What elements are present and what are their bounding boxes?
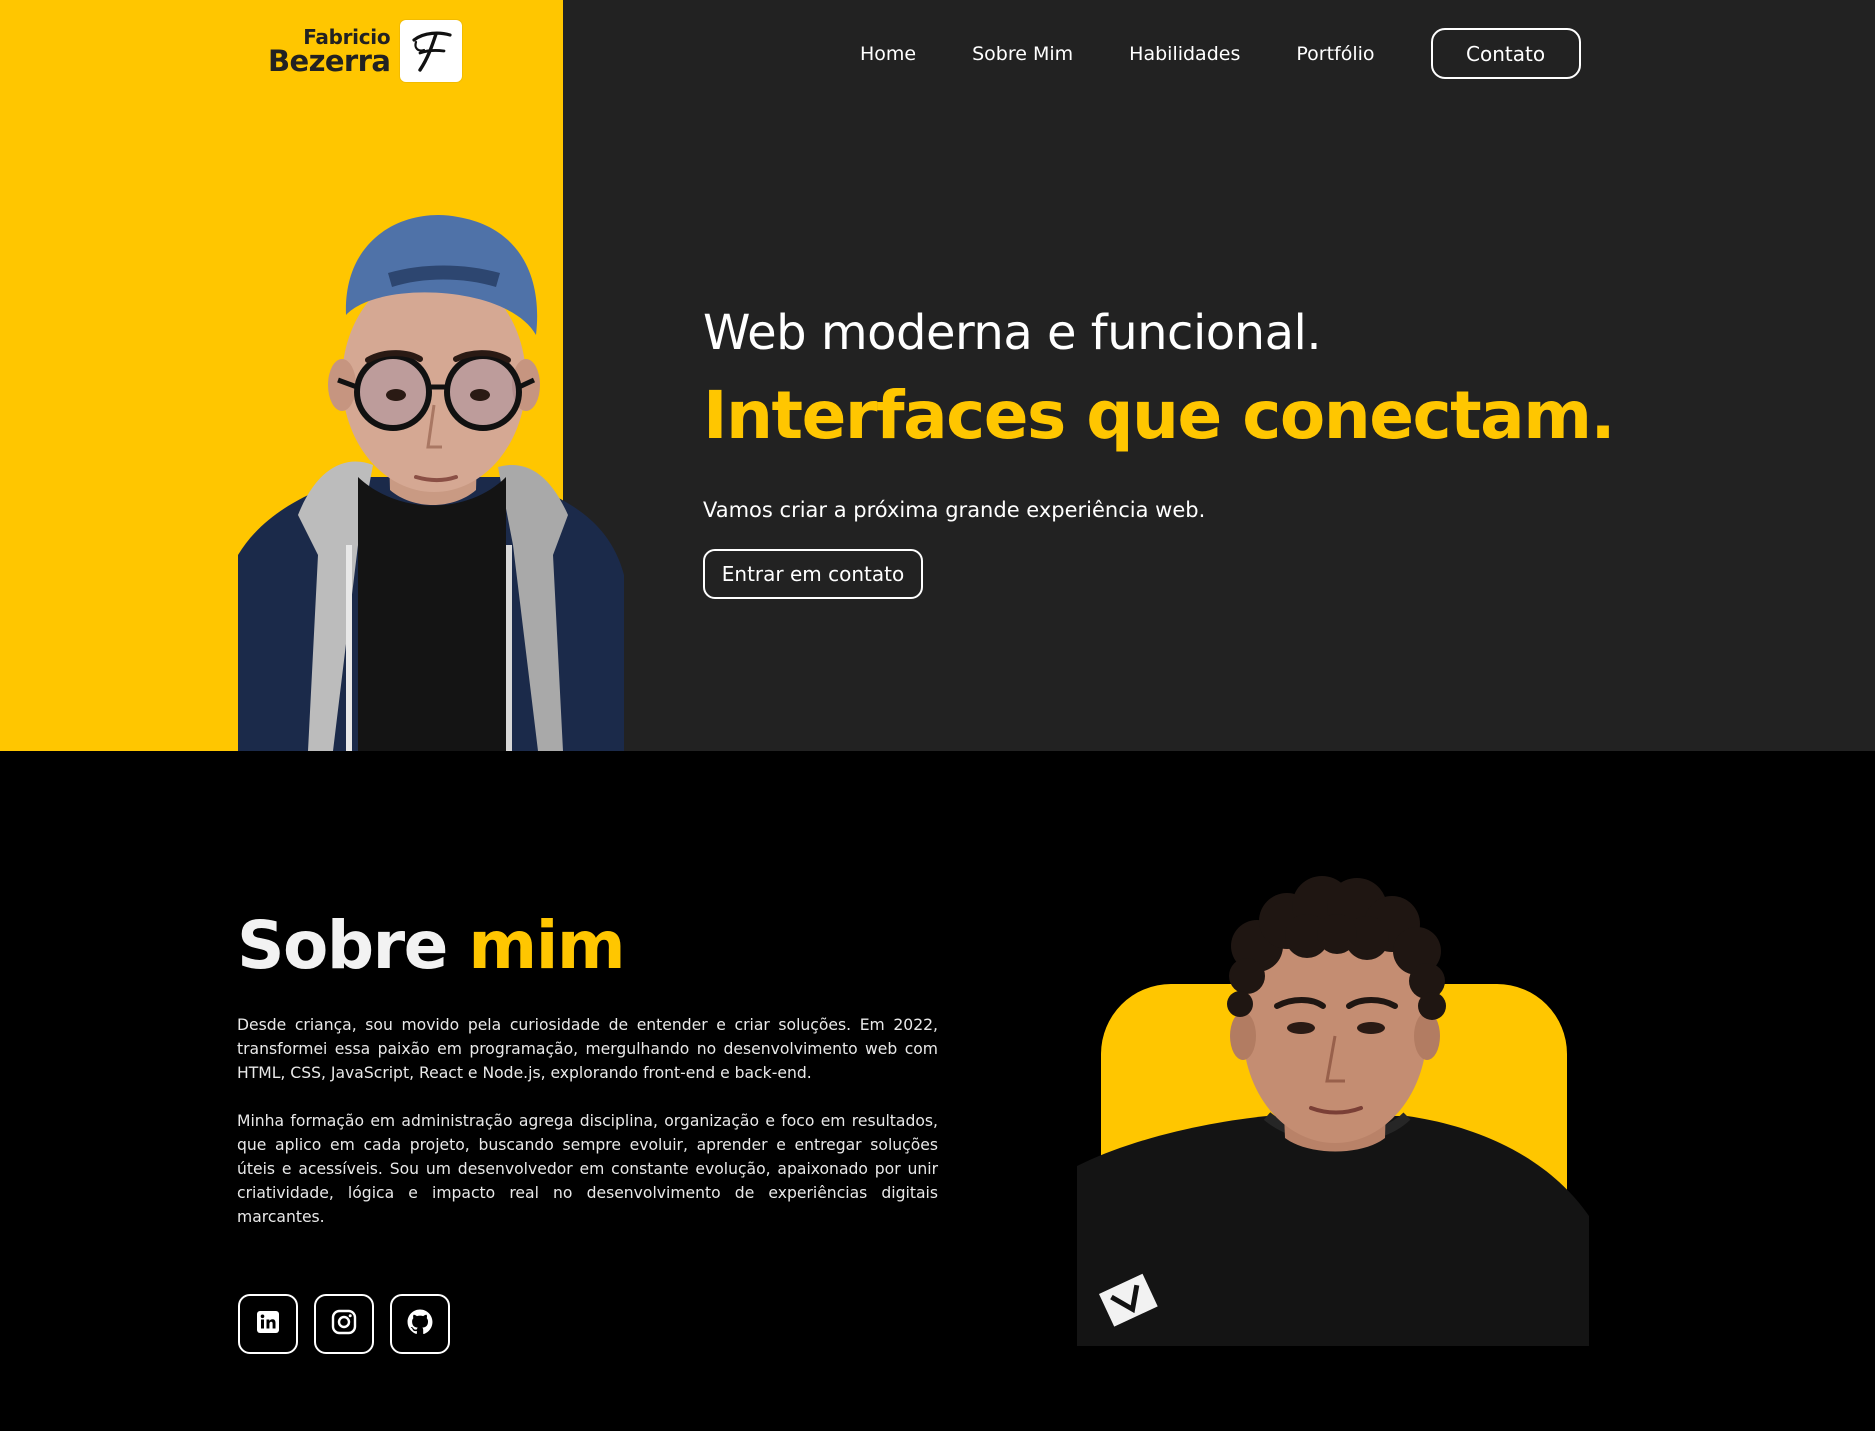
nav-skills[interactable]: Habilidades <box>1129 29 1240 79</box>
hero-section: Fabricio Bezerra Home Sobre Mim Habilida… <box>0 0 1875 751</box>
social-links <box>238 1294 466 1354</box>
brand-logo[interactable]: Fabricio Bezerra <box>268 20 463 82</box>
instagram-button[interactable] <box>314 1294 374 1354</box>
hero-title: Interfaces que conectam. <box>703 377 1616 454</box>
nav-home[interactable]: Home <box>860 29 916 79</box>
about-portrait <box>1077 876 1589 1346</box>
about-title-part1: Sobre <box>237 907 448 984</box>
hero-portrait-photo <box>238 215 624 751</box>
about-section: Sobre mim Desde criança, sou movido pela… <box>0 751 1875 1431</box>
instagram-icon <box>331 1309 357 1339</box>
hero-description: Vamos criar a próxima grande experiência… <box>703 498 1206 522</box>
about-text: Desde criança, sou movido pela curiosida… <box>237 1013 938 1229</box>
contact-cta-button[interactable]: Entrar em contato <box>703 549 923 599</box>
hero-text-block: Web moderna e funcional. Interfaces que … <box>703 300 1803 599</box>
hero-subtitle: Web moderna e funcional. <box>703 305 1322 361</box>
nav-about[interactable]: Sobre Mim <box>972 29 1073 79</box>
nav-contact-button[interactable]: Contato <box>1430 28 1581 79</box>
brand-last-name: Bezerra <box>268 43 391 78</box>
linkedin-button[interactable] <box>238 1294 298 1354</box>
about-paragraph: Desde criança, sou movido pela curiosida… <box>237 1016 938 1082</box>
nav-portfolio[interactable]: Portfólio <box>1296 29 1374 79</box>
github-icon <box>407 1309 433 1339</box>
main-nav: Home Sobre Mim Habilidades Portfólio Con… <box>860 28 1581 79</box>
about-title-part2: mim <box>468 907 625 984</box>
about-paragraph: Minha formação em administração agrega d… <box>237 1112 938 1226</box>
about-title: Sobre mim <box>237 906 626 986</box>
linkedin-icon <box>256 1310 280 1338</box>
github-button[interactable] <box>390 1294 450 1354</box>
brand-monogram-icon <box>400 20 463 82</box>
about-portrait-photo <box>1077 876 1589 1346</box>
